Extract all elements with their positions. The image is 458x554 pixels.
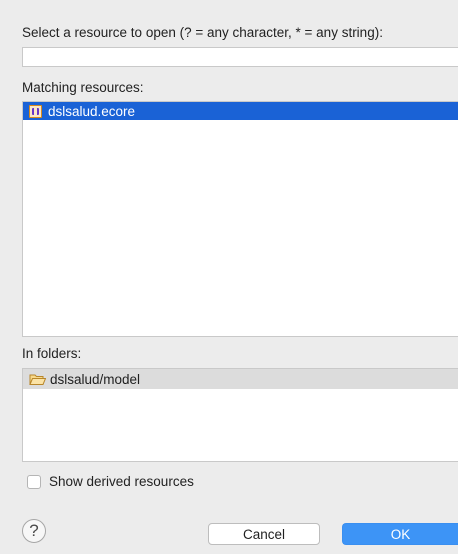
show-derived-label[interactable]: Show derived resources [49, 474, 194, 489]
list-item[interactable]: dslsalud.ecore [23, 102, 458, 120]
in-folders-label: In folders: [22, 346, 82, 361]
cancel-button[interactable]: Cancel [208, 523, 320, 545]
ecore-file-icon [29, 104, 42, 118]
search-prompt-label: Select a resource to open (? = any chara… [22, 25, 383, 40]
cancel-button-label: Cancel [242, 526, 286, 542]
help-symbol: ? [29, 521, 39, 540]
folders-list[interactable]: dslsalud/model [22, 368, 458, 462]
show-derived-checkbox[interactable] [27, 475, 41, 489]
ok-button[interactable]: OK [342, 523, 458, 545]
folder-icon [29, 373, 46, 386]
resource-search-input[interactable] [22, 47, 458, 67]
ok-button-label: OK [390, 526, 411, 542]
folder-item[interactable]: dslsalud/model [23, 369, 458, 389]
folder-item-label: dslsalud/model [50, 371, 141, 387]
matching-resources-list[interactable]: dslsalud.ecore [22, 101, 458, 337]
list-item-label: dslsalud.ecore [48, 103, 136, 119]
matching-resources-label: Matching resources: [22, 80, 144, 95]
help-icon[interactable]: ? [22, 519, 46, 543]
